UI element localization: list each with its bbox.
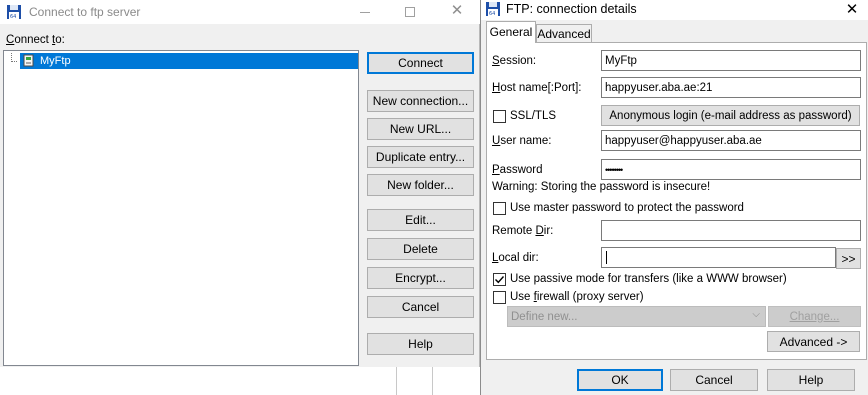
help-button[interactable]: Help [367, 333, 474, 355]
close-button[interactable]: ✕ [442, 0, 472, 22]
close-icon[interactable]: ✕ [837, 0, 867, 18]
tree-connector [11, 53, 17, 62]
cancel-button[interactable]: Cancel [367, 296, 474, 318]
firewall-select-value: Define new... [511, 310, 578, 323]
firewall-checkbox[interactable] [493, 291, 506, 304]
remote-dir-field[interactable] [601, 220, 861, 241]
ftp-details-dialog: 64 FTP: connection details ✕ General Adv… [480, 0, 868, 395]
connect-window: 64 Connect to ftp server ✕ Connect to: M… [0, 0, 480, 395]
maximize-icon [405, 7, 415, 17]
text-caret [606, 251, 607, 264]
minimize-button[interactable] [350, 1, 380, 23]
dialog-title: FTP: connection details [506, 2, 637, 16]
window-title: Connect to ftp server [29, 5, 141, 19]
tree-item-label: MyFtp [40, 55, 71, 67]
floppy-app-icon: 64 [486, 2, 500, 17]
computer-icon [23, 54, 34, 67]
new-connection-button[interactable]: New connection... [367, 90, 474, 112]
user-name-label: User name: [492, 135, 552, 147]
new-url-button[interactable]: New URL... [367, 118, 474, 140]
firewall-label: Use firewall (proxy server) [510, 291, 644, 303]
dialog-cancel-button[interactable]: Cancel [670, 369, 758, 391]
delete-button[interactable]: Delete [367, 238, 474, 260]
ok-button[interactable]: OK [577, 369, 663, 391]
maximize-button[interactable] [395, 1, 425, 23]
password-label: Password [492, 164, 543, 176]
local-dir-label: Local dir: [492, 252, 539, 264]
floppy-app-icon: 64 [7, 5, 21, 20]
divider [432, 367, 433, 395]
remote-dir-label: Remote Dir: [492, 225, 554, 237]
tree-item-myftp[interactable]: MyFtp [20, 53, 358, 69]
session-field[interactable]: MyFtp [601, 50, 861, 71]
password-warning: Warning: Storing the password is insecur… [492, 181, 711, 193]
master-password-checkbox[interactable] [493, 202, 506, 215]
connect-to-label: Connect to: [6, 34, 65, 46]
connect-button[interactable]: Connect [367, 52, 474, 74]
divider [396, 367, 397, 395]
host-field[interactable]: happyuser.aba.ae:21 [601, 77, 861, 98]
passive-mode-label: Use passive mode for transfers (like a W… [510, 273, 787, 285]
title-bar[interactable]: 64 Connect to ftp server ✕ [0, 0, 480, 24]
edit-button[interactable]: Edit... [367, 209, 474, 231]
firewall-select[interactable]: Define new... ⌵ [507, 306, 766, 327]
host-label: Host name[:Port]: [492, 82, 582, 94]
ssl-label: SSL/TLS [510, 110, 557, 122]
background-strip [0, 367, 480, 395]
session-label: Session: [492, 55, 537, 67]
anonymous-login-label: Anonymous login (e-mail address as passw… [609, 109, 852, 122]
svg-text:64: 64 [10, 14, 16, 20]
close-icon: ✕ [450, 2, 464, 19]
tab-general[interactable]: General [486, 21, 536, 43]
master-password-label: Use master password to protect the passw… [510, 202, 744, 214]
duplicate-entry-button[interactable]: Duplicate entry... [367, 146, 474, 168]
ssl-checkbox[interactable] [493, 110, 506, 123]
anonymous-login-button[interactable]: Anonymous login (e-mail address as passw… [601, 105, 860, 126]
user-name-field[interactable]: happyuser@happyuser.aba.ae [601, 130, 861, 151]
checkmark-icon [495, 276, 505, 284]
new-folder-button[interactable]: New folder... [367, 174, 474, 196]
dialog-help-button[interactable]: Help [767, 369, 855, 391]
svg-text:64: 64 [489, 11, 495, 17]
connection-tree[interactable]: MyFtp [3, 50, 359, 366]
browse-local-dir-button[interactable]: >> [836, 248, 861, 269]
tab-advanced[interactable]: Advanced [536, 24, 592, 43]
advanced-button[interactable]: Advanced -> [767, 331, 860, 352]
passive-mode-checkbox[interactable] [493, 273, 506, 286]
password-field[interactable]: •••••••• [601, 159, 861, 180]
chevron-down-icon: ⌵ [752, 309, 760, 320]
dialog-title-bar[interactable]: 64 FTP: connection details ✕ [481, 0, 868, 20]
change-firewall-button[interactable]: Change... [768, 306, 861, 327]
change-label: Change... [789, 310, 840, 323]
encrypt-button[interactable]: Encrypt... [367, 267, 474, 289]
local-dir-field[interactable] [601, 247, 836, 268]
minimize-icon [360, 12, 370, 13]
